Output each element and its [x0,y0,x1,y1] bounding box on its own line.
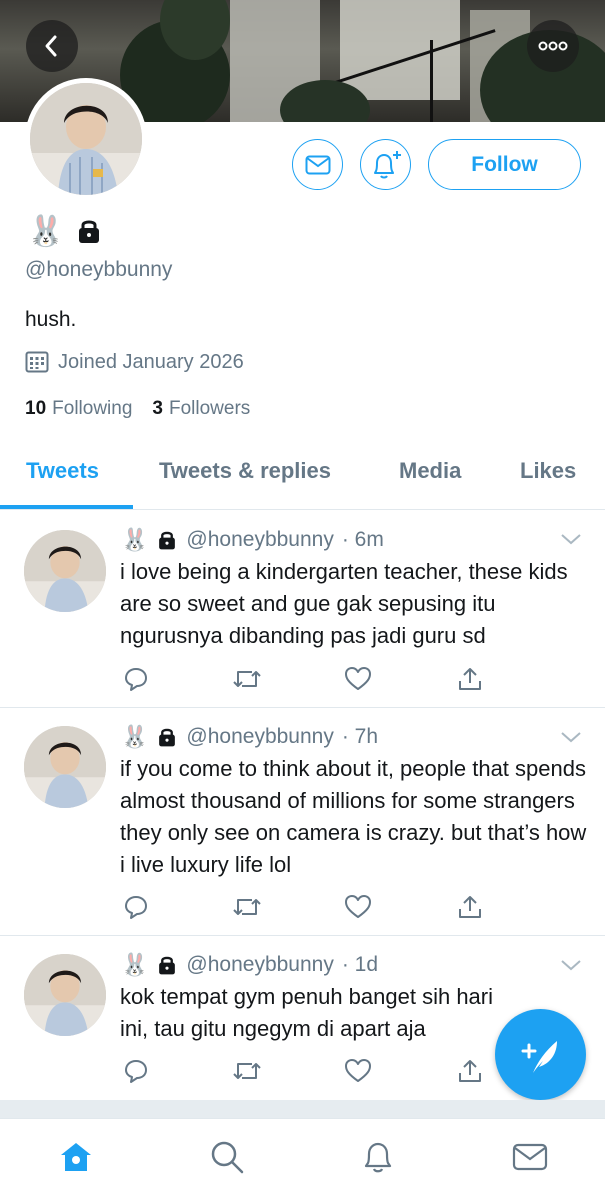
tweet-header: 🐰 @honeybbunny · 6m [121,527,384,553]
avatar-photo [24,954,106,1036]
nav-home[interactable] [56,1137,96,1177]
retweet-button[interactable] [232,1056,262,1086]
retweet-icon [233,671,261,687]
tweet-avatar[interactable] [24,530,106,612]
following-count: 10 [25,398,47,419]
lock-icon [159,956,176,975]
tab-tweets-replies[interactable]: Tweets & replies [159,458,331,484]
nav-notifications[interactable] [358,1137,398,1177]
compose-feather-icon [521,1040,557,1073]
followers-link[interactable]: 3 Followers [152,398,250,420]
tweet-actions [0,892,605,922]
tweet-item[interactable]: 🐰 @honeybbunny · 6m i love being a kinde… [0,510,605,708]
tweet-handle[interactable]: @honeybbunny [186,725,333,749]
more-options-button[interactable] [527,20,579,72]
lock-icon [79,220,100,243]
share-icon [459,1060,481,1082]
home-icon [61,1143,91,1171]
share-icon [459,668,481,690]
tab-tweets[interactable]: Tweets [26,458,99,484]
tweet-avatar[interactable] [24,954,106,1036]
nav-search[interactable] [207,1137,247,1177]
retweet-button[interactable] [232,892,262,922]
tweet-avatar[interactable] [24,726,106,808]
profile-avatar[interactable] [25,78,147,200]
tab-media[interactable]: Media [399,458,461,484]
tweet-handle[interactable]: @honeybbunny [186,953,333,977]
author-emoji: 🐰 [121,527,149,552]
notifications-button[interactable] [360,139,411,190]
profile-handle: @honeybbunny [25,258,173,281]
tweet-text: i love being a kindergarten teacher, the… [120,559,568,648]
tweet-time: · 7h [341,725,379,748]
tab-likes[interactable]: Likes [520,458,576,484]
reply-icon [125,896,147,919]
tweet-text: kok tempat gym penuh banget sih hari ini… [120,984,494,1041]
joined-date: Joined January 2026 [25,350,244,374]
reply-icon [125,1060,147,1083]
compose-tweet-button[interactable] [495,1009,586,1100]
followers-count: 3 [152,398,163,419]
display-name-emoji: 🐰 [27,214,65,248]
envelope-icon [305,155,330,174]
heart-icon [345,667,371,690]
bell-plus-icon [373,150,401,178]
tweet-text: if you come to think about it, people th… [120,756,587,877]
chevron-down-icon[interactable] [560,532,582,546]
follow-stats: 10 Following 3 Followers [25,398,250,420]
tweet-header: 🐰 @honeybbunny · 7h [121,724,378,750]
follow-button[interactable]: Follow [428,139,581,190]
chevron-down-icon[interactable] [560,958,582,972]
heart-icon [345,895,371,918]
calendar-icon [25,351,49,373]
profile-bio: hush. [25,308,77,331]
share-button[interactable] [455,1056,485,1086]
following-link[interactable]: 10 Following [25,398,132,420]
author-emoji: 🐰 [121,724,149,749]
retweet-icon [233,899,261,915]
author-emoji: 🐰 [121,952,149,977]
avatar-photo [24,726,106,808]
like-button[interactable] [343,664,373,694]
tweet-header: 🐰 @honeybbunny · 1d [121,952,378,978]
profile-name: 🐰 [27,212,102,250]
chevron-left-icon [45,35,57,57]
lock-icon [159,728,176,747]
envelope-icon [512,1143,548,1171]
ellipsis-icon [538,41,568,51]
message-button[interactable] [292,139,343,190]
like-button[interactable] [343,892,373,922]
reply-button[interactable] [121,1056,151,1086]
search-icon [211,1141,244,1174]
tweet-time: · 1d [341,953,379,976]
nav-messages[interactable] [510,1137,550,1177]
share-button[interactable] [455,892,485,922]
share-icon [459,896,481,918]
tweet-item[interactable]: 🐰 @honeybbunny · 7h if you come to think… [0,708,605,936]
retweet-button[interactable] [232,664,262,694]
tweet-time: · 6m [341,528,384,551]
avatar-photo [30,83,142,195]
profile-tabs: Tweets Tweets & replies Media Likes [0,446,605,510]
like-button[interactable] [343,1056,373,1086]
reply-button[interactable] [121,664,151,694]
active-tab-indicator [0,505,133,509]
joined-text: Joined January 2026 [58,350,244,373]
lock-icon [159,531,176,550]
tweet-handle[interactable]: @honeybbunny [186,528,333,552]
retweet-icon [233,1063,261,1079]
following-label: Following [52,398,133,419]
avatar-photo [24,530,106,612]
tweet-actions [0,664,605,694]
reply-icon [125,668,147,691]
bottom-navigation [0,1118,605,1200]
bell-icon [364,1142,392,1173]
share-button[interactable] [455,664,485,694]
back-button[interactable] [26,20,78,72]
followers-label: Followers [168,398,251,419]
feed-end-divider [0,1100,605,1118]
chevron-down-icon[interactable] [560,730,582,744]
heart-icon [345,1059,371,1082]
reply-button[interactable] [121,892,151,922]
